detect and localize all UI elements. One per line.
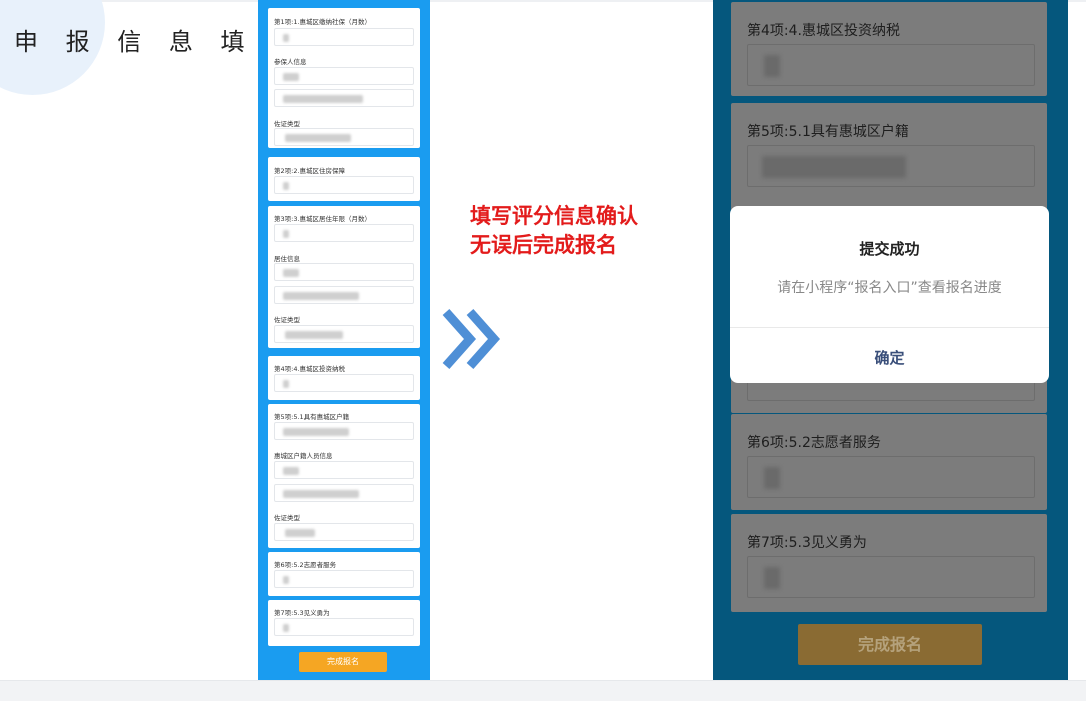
submit-success-dialog: 提交成功 请在小程序“报名入口”查看报名进度 确定 [730, 206, 1049, 383]
item-3-value-field[interactable] [274, 224, 414, 242]
evidence-type-select[interactable] [274, 523, 414, 541]
instruction-line-1: 填写评分信息确认 [470, 204, 638, 228]
form-card-item-3: 第3项:3.惠城区居住年限（月数） 居住信息 佐证类型 [268, 206, 420, 348]
item-2-title: 第2项:2.惠城区住房保障 [274, 167, 346, 175]
dialog-message: 请在小程序“报名入口”查看报名进度 [777, 280, 1002, 296]
item-3-title: 第3项:3.惠城区居住年限（月数） [274, 215, 372, 223]
item-5-value-field[interactable] [274, 422, 414, 440]
result-item-7-title: 第7项:5.3见义勇为 [747, 535, 867, 551]
item-4-value-field[interactable] [274, 374, 414, 392]
dialog-divider [730, 327, 1049, 328]
insured-name-field[interactable] [274, 67, 414, 85]
result-item-4-title: 第4项:4.惠城区投资纳税 [747, 23, 900, 39]
item-6-title: 第6项:5.2志愿者服务 [274, 561, 337, 569]
result-card-item-4: 第4项:4.惠城区投资纳税 [731, 2, 1047, 96]
complete-registration-button[interactable]: 完成报名 [798, 624, 982, 665]
form-card-item-7: 第7项:5.3见义勇为 [268, 600, 420, 646]
result-item-4-field[interactable] [747, 44, 1035, 86]
complete-registration-button[interactable]: 完成报名 [299, 652, 387, 672]
form-card-item-1: 第1项:1.惠城区缴纳社保（月数） 参保人信息 佐证类型 [268, 8, 420, 148]
evidence-type-label: 佐证类型 [274, 514, 300, 522]
item-2-value-field[interactable] [274, 176, 414, 194]
item-6-value-field[interactable] [274, 570, 414, 588]
form-card-item-5: 第5项:5.1具有惠城区户籍 惠城区户籍人员信息 佐证类型 [268, 404, 420, 548]
evidence-type-label: 佐证类型 [274, 120, 300, 128]
form-card-item-4: 第4项:4.惠城区投资纳税 [268, 356, 420, 400]
household-info-label: 惠城区户籍人员信息 [274, 452, 333, 460]
result-item-6-title: 第6项:5.2志愿者服务 [747, 435, 881, 451]
result-item-6-field[interactable] [747, 456, 1035, 498]
item-7-value-field[interactable] [274, 618, 414, 636]
household-id-field[interactable] [274, 484, 414, 502]
double-chevron-right-icon [442, 309, 501, 369]
result-item-5-title: 第5项:5.1具有惠城区户籍 [747, 124, 909, 140]
evidence-type-select[interactable] [274, 325, 414, 343]
item-5-title: 第5项:5.1具有惠城区户籍 [274, 413, 350, 421]
dialog-confirm-button[interactable]: 确定 [730, 347, 1049, 368]
result-item-7-field[interactable] [747, 556, 1035, 598]
insured-id-field[interactable] [274, 89, 414, 107]
evidence-type-label: 佐证类型 [274, 316, 300, 324]
resident-name-field[interactable] [274, 263, 414, 281]
result-item-5-field[interactable] [747, 145, 1035, 187]
item-4-title: 第4项:4.惠城区投资纳税 [274, 365, 346, 373]
instruction-line-2: 无误后完成报名 [470, 233, 617, 257]
form-card-item-6: 第6项:5.2志愿者服务 [268, 552, 420, 596]
form-card-item-2: 第2项:2.惠城区住房保障 [268, 157, 420, 201]
bottom-bar [0, 680, 1086, 701]
form-phone-screen: 第1项:1.惠城区缴纳社保（月数） 参保人信息 佐证类型 第2项:2.惠城区住房… [258, 0, 430, 680]
item-1-title: 第1项:1.惠城区缴纳社保（月数） [274, 18, 372, 26]
item-1-value-field[interactable] [274, 28, 414, 46]
evidence-type-select[interactable] [274, 128, 414, 146]
result-card-item-6: 第6项:5.2志愿者服务 [731, 414, 1047, 510]
insured-info-label: 参保人信息 [274, 58, 307, 66]
dialog-title: 提交成功 [859, 240, 920, 258]
resident-address-field[interactable] [274, 286, 414, 304]
instruction-note: 填写评分信息确认 无误后完成报名 [470, 202, 638, 260]
residence-info-label: 居住信息 [274, 255, 300, 263]
result-card-item-7: 第7项:5.3见义勇为 [731, 514, 1047, 612]
screenshot-canvas: 申 报 信 息 填 写 第1项:1.惠城区缴纳社保（月数） 参保人信息 佐证类型… [0, 0, 1086, 701]
item-7-title: 第7项:5.3见义勇为 [274, 609, 330, 617]
household-name-field[interactable] [274, 461, 414, 479]
